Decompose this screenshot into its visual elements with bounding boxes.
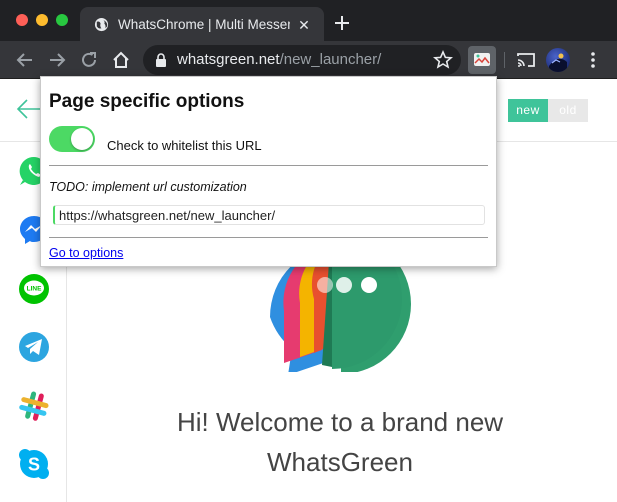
line-icon[interactable]: LINE (17, 272, 51, 306)
whitelist-toggle[interactable] (49, 126, 95, 152)
url-host: whatsgreen.net (177, 51, 280, 68)
version-new-button[interactable]: new (508, 99, 548, 122)
welcome-line-1: Hi! Welcome to a brand new (176, 407, 504, 437)
popup-title: Page specific options (49, 91, 245, 112)
slack-icon[interactable] (17, 389, 51, 423)
url-customization-input[interactable] (53, 205, 485, 225)
more-menu-icon[interactable] (583, 50, 603, 70)
close-tab-icon[interactable]: ✕ (295, 16, 313, 34)
tab-whatschrome[interactable]: WhatsChrome | Multi Messenger ✕ (80, 7, 324, 41)
globe-icon (94, 17, 109, 32)
extension-popup: Page specific options Check to whitelist… (40, 76, 497, 267)
back-icon[interactable] (15, 50, 35, 70)
whitelist-label: Check to whitelist this URL (107, 138, 262, 153)
tab-title: WhatsChrome | Multi Messenger (118, 17, 290, 32)
url-text[interactable]: whatsgreen.net/new_launcher/ (177, 51, 381, 69)
lock-icon[interactable] (155, 53, 167, 67)
toolbar-divider (504, 52, 505, 68)
skype-icon[interactable]: S (17, 447, 51, 481)
close-window-button[interactable] (16, 14, 28, 26)
toggle-knob (71, 128, 93, 150)
welcome-text: Hi! Welcome to a brand new WhatsGreen (150, 402, 530, 482)
svg-text:LINE: LINE (27, 286, 42, 293)
home-icon[interactable] (111, 50, 131, 70)
version-old-button[interactable]: old (548, 99, 588, 122)
address-bar[interactable]: whatsgreen.net/new_launcher/ (143, 45, 461, 75)
browser-toolbar: whatsgreen.net/new_launcher/ (0, 41, 617, 79)
browser-window: WhatsChrome | Multi Messenger ✕ whatsgre… (0, 0, 617, 502)
todo-text: TODO: implement url customization (49, 180, 247, 194)
popup-divider-2 (49, 237, 488, 238)
go-to-options-link[interactable]: Go to options (49, 246, 123, 261)
profile-avatar[interactable] (546, 48, 570, 72)
forward-icon[interactable] (47, 50, 67, 70)
avatar-image-icon (549, 53, 567, 72)
cast-icon[interactable] (516, 50, 536, 70)
bookmark-star-icon[interactable] (433, 50, 453, 70)
svg-text:S: S (28, 455, 40, 475)
maximize-window-button[interactable] (56, 14, 68, 26)
tab-strip: WhatsChrome | Multi Messenger ✕ (0, 0, 617, 41)
telegram-icon[interactable] (17, 330, 51, 364)
popup-divider-1 (49, 165, 488, 166)
version-toggle: new old (508, 99, 588, 122)
extension-button[interactable] (468, 46, 496, 74)
new-tab-icon[interactable] (331, 12, 353, 34)
welcome-line-2: WhatsGreen (267, 447, 413, 477)
url-path: /new_launcher/ (279, 51, 382, 68)
reload-icon[interactable] (79, 50, 99, 70)
minimize-window-button[interactable] (36, 14, 48, 26)
whatsgreen-extension-icon (474, 53, 490, 66)
